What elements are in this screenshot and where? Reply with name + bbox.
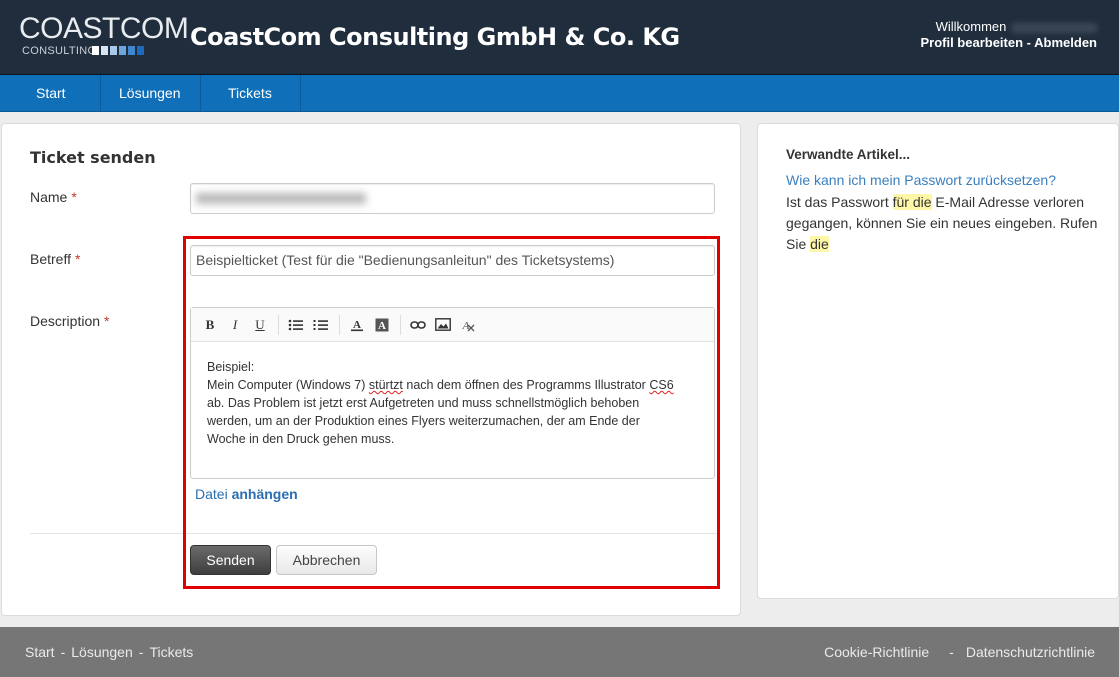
attach-prefix: Datei: [195, 486, 228, 502]
clear-format-icon[interactable]: A: [457, 314, 479, 336]
footer-link-tickets[interactable]: Tickets: [149, 644, 193, 660]
logo-square: [119, 46, 126, 55]
required-marker: *: [71, 189, 77, 205]
footer-separator: -: [949, 644, 954, 660]
logo-text: COASTCOM: [19, 12, 189, 45]
bold-button[interactable]: B: [199, 314, 221, 336]
footer-legal: Cookie-Richtlinie - Datenschutzrichtlinie: [824, 644, 1095, 660]
ticket-form-panel: Ticket senden Name * Betreff * Beispieltic…: [1, 123, 741, 616]
description-line: Woche in den Druck gehen muss.: [207, 432, 395, 446]
attach-file-link[interactable]: Datei anhängen: [195, 486, 298, 502]
separator: -: [1026, 35, 1032, 50]
numbered-list-icon[interactable]: [310, 314, 332, 336]
site-footer: Start - Lösungen - Tickets Cookie-Richtlinie…: [0, 627, 1119, 677]
redacted-name-value: [196, 193, 366, 204]
editor-toolbar: B I U A A A: [191, 308, 714, 342]
spellcheck-word: stürtzt: [368, 378, 403, 392]
site-header: COASTCOM CONSULTING CoastCom Consulting …: [0, 0, 1119, 75]
nav-item-loesungen[interactable]: Lösungen: [101, 75, 201, 111]
name-label: Name *: [30, 189, 77, 205]
description-line: ab. Das Problem ist jetzt erst Aufgetret…: [207, 396, 640, 410]
logo-squares: [92, 46, 144, 55]
footer-link-start[interactable]: Start: [25, 644, 55, 660]
logo-square: [101, 46, 108, 55]
footer-nav: Start - Lösungen - Tickets: [25, 644, 193, 660]
bullet-list-icon[interactable]: [285, 314, 307, 336]
footer-separator: -: [138, 644, 144, 660]
name-field[interactable]: [190, 183, 715, 214]
related-articles-title: Verwandte Artikel...: [786, 147, 911, 162]
logo-square: [128, 46, 135, 55]
logout-link[interactable]: Abmelden: [1034, 35, 1097, 50]
toolbar-divider: [339, 314, 340, 335]
logo-square: [110, 46, 117, 55]
nav-item-tickets[interactable]: Tickets: [201, 75, 301, 111]
subject-label-text: Betreff: [30, 251, 71, 267]
image-icon[interactable]: [432, 314, 454, 336]
description-editor[interactable]: B I U A A A Beispiel: Mein Computer (Win…: [190, 307, 715, 479]
user-menu: Willkommen Profil bearbeiten - Abmelden: [920, 19, 1097, 51]
spellcheck-word: CS6: [649, 378, 674, 392]
logo-subtext: CONSULTING: [22, 45, 97, 57]
description-line: Mein Computer (Windows 7) stürtzt nach d…: [207, 378, 674, 392]
background-color-icon[interactable]: A: [371, 314, 393, 336]
form-divider: [30, 533, 720, 534]
redacted-username: [1012, 22, 1097, 33]
attach-action: anhängen: [231, 486, 298, 502]
description-line: Beispiel:: [207, 360, 255, 374]
font-color-icon[interactable]: A: [346, 314, 368, 336]
nav-item-start[interactable]: Start: [0, 75, 101, 111]
profile-edit-link[interactable]: Profil bearbeiten: [920, 35, 1023, 50]
description-line: werden, um an der Produktion eines Flyer…: [207, 414, 640, 428]
underline-button[interactable]: U: [249, 314, 271, 336]
related-articles-panel: Verwandte Artikel... Wie kann ich mein P…: [757, 123, 1119, 599]
logo-square: [137, 46, 144, 55]
send-button[interactable]: Senden: [190, 545, 271, 575]
coastcom-logo[interactable]: COASTCOM CONSULTING: [19, 12, 189, 60]
description-label: Description *: [30, 313, 109, 329]
toolbar-divider: [400, 314, 401, 335]
cancel-button[interactable]: Abbrechen: [276, 545, 377, 575]
description-label-text: Description: [30, 313, 101, 329]
related-article-link[interactable]: Wie kann ich mein Passwort zurücksetzen?: [786, 172, 1056, 188]
subject-label: Betreff *: [30, 251, 80, 267]
search-highlight: für die: [892, 194, 932, 210]
link-icon[interactable]: [407, 314, 429, 336]
main-nav: Start Lösungen Tickets: [0, 75, 1119, 112]
page-title: Ticket senden: [30, 148, 156, 167]
footer-link-cookie-policy[interactable]: Cookie-Richtlinie: [824, 644, 929, 660]
required-marker: *: [104, 313, 110, 329]
svg-text:A: A: [353, 319, 361, 331]
welcome-text: Willkommen: [935, 19, 1007, 34]
description-content[interactable]: Beispiel: Mein Computer (Windows 7) stür…: [191, 342, 714, 448]
related-article-snippet: Ist das Passwort für die E-Mail Adresse …: [786, 194, 1098, 252]
footer-link-privacy-policy[interactable]: Datenschutzrichtlinie: [966, 644, 1095, 660]
company-name: CoastCom Consulting GmbH & Co. KG: [190, 23, 680, 51]
footer-link-loesungen[interactable]: Lösungen: [71, 644, 133, 660]
italic-button[interactable]: I: [224, 314, 246, 336]
subject-field[interactable]: Beispielticket (Test für die "Bedienungs…: [190, 245, 715, 276]
required-marker: *: [75, 251, 81, 267]
svg-text:A: A: [378, 320, 386, 332]
logo-square: [92, 46, 99, 55]
toolbar-divider: [278, 314, 279, 335]
footer-separator: -: [60, 644, 66, 660]
name-label-text: Name: [30, 189, 68, 205]
search-highlight: die: [810, 236, 829, 252]
